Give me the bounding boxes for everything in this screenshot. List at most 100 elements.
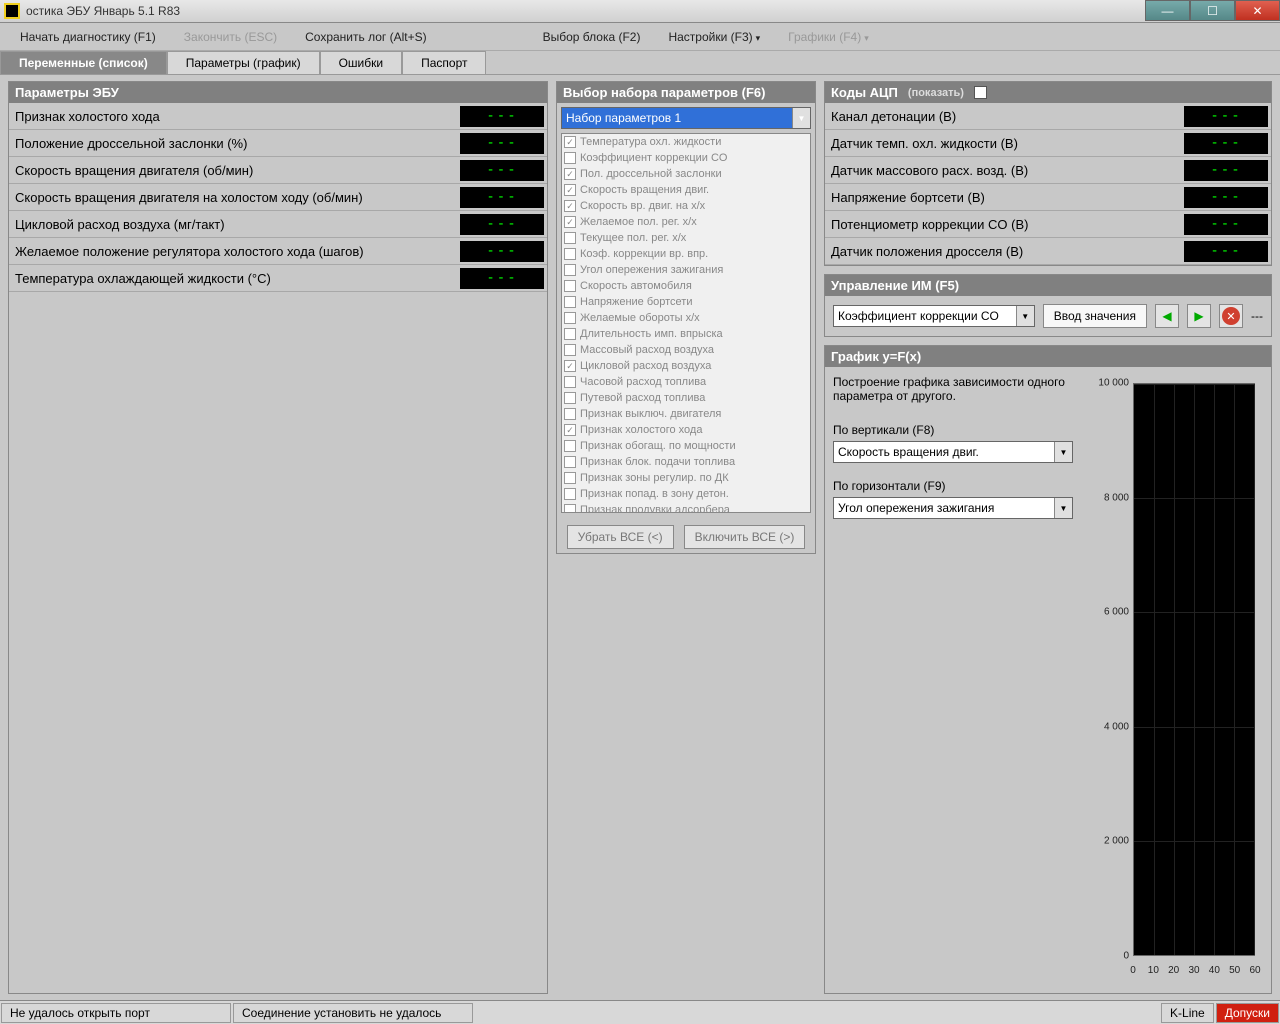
maximize-button[interactable]: ☐ bbox=[1190, 0, 1235, 21]
checkbox[interactable] bbox=[564, 408, 576, 420]
status-dopuski[interactable]: Допуски bbox=[1216, 1003, 1279, 1023]
dropdown-icon[interactable]: ▼ bbox=[792, 108, 810, 128]
checkbox-item[interactable]: Желаемые обороты х/х bbox=[562, 310, 810, 326]
enter-value-button[interactable]: Ввод значения bbox=[1043, 304, 1147, 328]
checkbox[interactable] bbox=[564, 488, 576, 500]
param-label: Признак холостого хода bbox=[9, 109, 460, 124]
adc-row[interactable]: Напряжение бортсети (В)--- bbox=[825, 184, 1271, 211]
tab-parameters-graph[interactable]: Параметры (график) bbox=[167, 51, 320, 74]
checkbox[interactable]: ✓ bbox=[564, 216, 576, 228]
checkbox[interactable]: ✓ bbox=[564, 168, 576, 180]
checkbox-item[interactable]: Признак попад. в зону детон. bbox=[562, 486, 810, 502]
param-row[interactable]: Температура охлаждающей жидкости (°C)--- bbox=[9, 265, 547, 292]
tab-variables[interactable]: Переменные (список) bbox=[0, 51, 167, 74]
param-label: Положение дроссельной заслонки (%) bbox=[9, 136, 460, 151]
checkbox-item[interactable]: Массовый расход воздуха bbox=[562, 342, 810, 358]
checkbox-item[interactable]: Признак выключ. двигателя bbox=[562, 406, 810, 422]
checkbox-item[interactable]: ✓Скорость вр. двиг. на х/х bbox=[562, 198, 810, 214]
param-row[interactable]: Скорость вращения двигателя (об/мин)--- bbox=[9, 157, 547, 184]
checkbox-item[interactable]: Признак блок. подачи топлива bbox=[562, 454, 810, 470]
menu-select-block[interactable]: Выбор блока (F2) bbox=[543, 30, 641, 44]
minimize-button[interactable]: — bbox=[1145, 0, 1190, 21]
im-status: --- bbox=[1251, 309, 1263, 323]
checkbox[interactable] bbox=[564, 312, 576, 324]
horizontal-axis-select[interactable]: Угол опережения зажигания ▼ bbox=[833, 497, 1073, 519]
next-button[interactable]: ▶ bbox=[1187, 304, 1211, 328]
checkbox[interactable]: ✓ bbox=[564, 136, 576, 148]
checkbox-item[interactable]: Текущее пол. рег. х/х bbox=[562, 230, 810, 246]
checkbox-item[interactable]: Напряжение бортсети bbox=[562, 294, 810, 310]
tab-errors[interactable]: Ошибки bbox=[320, 51, 403, 74]
checkbox[interactable] bbox=[564, 392, 576, 404]
adc-row[interactable]: Датчик массового расх. возд. (В)--- bbox=[825, 157, 1271, 184]
checkbox-item[interactable]: Признак зоны регулир. по ДК bbox=[562, 470, 810, 486]
checkbox-item[interactable]: Скорость автомобиля bbox=[562, 278, 810, 294]
param-checkbox-list[interactable]: ✓Температура охл. жидкостиКоэффициент ко… bbox=[561, 133, 811, 513]
checkbox[interactable] bbox=[564, 328, 576, 340]
checkbox[interactable] bbox=[564, 232, 576, 244]
checkbox[interactable] bbox=[564, 456, 576, 468]
menu-save-log[interactable]: Сохранить лог (Alt+S) bbox=[305, 30, 427, 44]
adc-row[interactable]: Потенциометр коррекции CO (В)--- bbox=[825, 211, 1271, 238]
checkbox-item[interactable]: Признак обогащ. по мощности bbox=[562, 438, 810, 454]
param-row[interactable]: Положение дроссельной заслонки (%)--- bbox=[9, 130, 547, 157]
checkbox[interactable] bbox=[564, 152, 576, 164]
remove-all-button[interactable]: Убрать ВСЕ (<) bbox=[567, 525, 674, 549]
checkbox[interactable] bbox=[564, 296, 576, 308]
checkbox-item[interactable]: Коэффициент коррекции CO bbox=[562, 150, 810, 166]
checkbox[interactable] bbox=[564, 376, 576, 388]
tab-passport[interactable]: Паспорт bbox=[402, 51, 486, 74]
checkbox-item[interactable]: ✓Скорость вращения двиг. bbox=[562, 182, 810, 198]
checkbox[interactable] bbox=[564, 440, 576, 452]
cancel-button[interactable]: ✕ bbox=[1219, 304, 1243, 328]
checkbox[interactable] bbox=[564, 344, 576, 356]
enable-all-button[interactable]: Включить ВСЕ (>) bbox=[684, 525, 806, 549]
app-icon bbox=[4, 3, 20, 19]
checkbox[interactable] bbox=[564, 248, 576, 260]
checkbox-item[interactable]: Коэф. коррекции вр. впр. bbox=[562, 246, 810, 262]
checkbox[interactable]: ✓ bbox=[564, 200, 576, 212]
checkbox[interactable]: ✓ bbox=[564, 360, 576, 372]
adc-row[interactable]: Датчик положения дросселя (В)--- bbox=[825, 238, 1271, 265]
adc-row[interactable]: Канал детонации (В)--- bbox=[825, 103, 1271, 130]
x-tick-label: 20 bbox=[1168, 965, 1179, 976]
checkbox[interactable] bbox=[564, 504, 576, 513]
checkbox-item[interactable]: Длительность имп. впрыска bbox=[562, 326, 810, 342]
adc-show-checkbox[interactable]: ✓ bbox=[974, 86, 987, 99]
checkbox-item[interactable]: Угол опережения зажигания bbox=[562, 262, 810, 278]
checkbox[interactable]: ✓ bbox=[564, 184, 576, 196]
dropdown-icon[interactable]: ▼ bbox=[1016, 306, 1034, 326]
checkbox[interactable] bbox=[564, 280, 576, 292]
checkbox-item[interactable]: Признак продувки адсорбера bbox=[562, 502, 810, 513]
param-row[interactable]: Желаемое положение регулятора холостого … bbox=[9, 238, 547, 265]
checkbox-item[interactable]: ✓Пол. дроссельной заслонки bbox=[562, 166, 810, 182]
dropdown-icon[interactable]: ▼ bbox=[1054, 498, 1072, 518]
select-value: Коэффициент коррекции CO bbox=[834, 309, 1016, 323]
checkbox-item[interactable]: ✓Желаемое пол. рег. х/х bbox=[562, 214, 810, 230]
checkbox-item[interactable]: Часовой расход топлива bbox=[562, 374, 810, 390]
adc-row[interactable]: Датчик темп. охл. жидкости (В)--- bbox=[825, 130, 1271, 157]
adc-value: --- bbox=[1184, 214, 1268, 235]
dropdown-icon[interactable]: ▼ bbox=[1054, 442, 1072, 462]
menu-start-diagnostics[interactable]: Начать диагностику (F1) bbox=[20, 30, 156, 44]
param-set-select[interactable]: Набор параметров 1 ▼ bbox=[561, 107, 811, 129]
param-row[interactable]: Цикловой расход воздуха (мг/такт)--- bbox=[9, 211, 547, 238]
select-value: Угол опережения зажигания bbox=[834, 501, 1054, 515]
checkbox-label: Текущее пол. рег. х/х bbox=[580, 232, 686, 244]
vertical-axis-select[interactable]: Скорость вращения двиг. ▼ bbox=[833, 441, 1073, 463]
checkbox-item[interactable]: ✓Цикловой расход воздуха bbox=[562, 358, 810, 374]
param-row[interactable]: Признак холостого хода--- bbox=[9, 103, 547, 130]
checkbox[interactable] bbox=[564, 264, 576, 276]
im-param-select[interactable]: Коэффициент коррекции CO ▼ bbox=[833, 305, 1035, 327]
checkbox-item[interactable]: ✓Температура охл. жидкости bbox=[562, 134, 810, 150]
adc-label: Датчик положения дросселя (В) bbox=[825, 244, 1184, 259]
close-button[interactable]: ✕ bbox=[1235, 0, 1280, 21]
param-row[interactable]: Скорость вращения двигателя на холостом … bbox=[9, 184, 547, 211]
checkbox[interactable] bbox=[564, 472, 576, 484]
menu-settings[interactable]: Настройки (F3) bbox=[668, 30, 760, 44]
checkbox-item[interactable]: Путевой расход топлива bbox=[562, 390, 810, 406]
param-label: Скорость вращения двигателя (об/мин) bbox=[9, 163, 460, 178]
checkbox-item[interactable]: ✓Признак холостого хода bbox=[562, 422, 810, 438]
prev-button[interactable]: ◀ bbox=[1155, 304, 1179, 328]
checkbox[interactable]: ✓ bbox=[564, 424, 576, 436]
